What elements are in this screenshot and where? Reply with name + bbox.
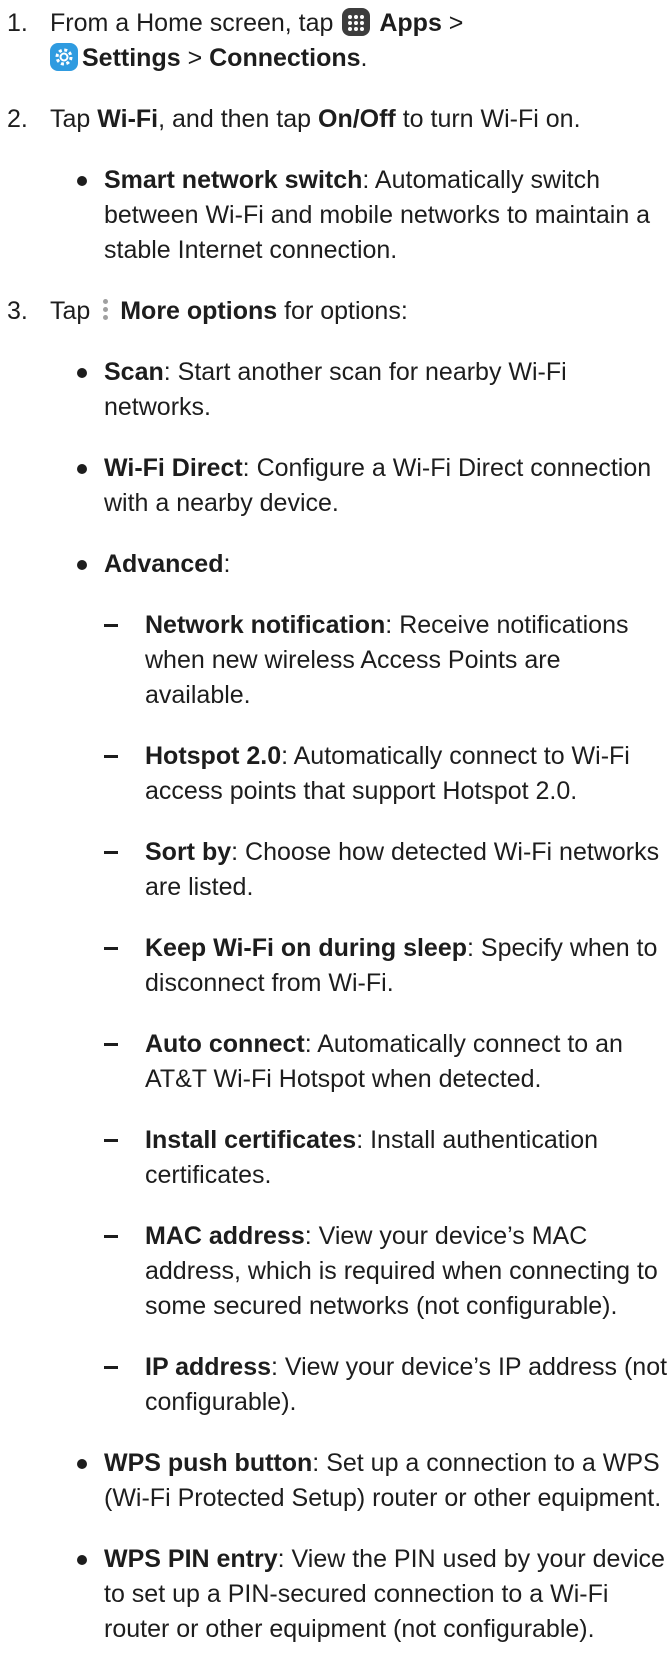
more-options-label: More options (120, 297, 278, 325)
bullet-smart-network-switch: Smart network switch: Automatically swit… (0, 163, 671, 268)
bullet-dot (77, 560, 87, 570)
advanced-options: Network notification: Receive notificati… (0, 608, 671, 1420)
instructions: 1. From a Home screen, tap Apps > Settin… (0, 0, 671, 1647)
dash-marker (104, 1139, 118, 1142)
sub-item-term: Install certificates (145, 1126, 357, 1154)
bullet-term: WPS push button (104, 1449, 313, 1477)
dash-marker (104, 624, 118, 627)
sub-item-install-certificates: Install certificates: Install authentica… (0, 1123, 671, 1193)
sub-item-hotspot-2: Hotspot 2.0: Automatically connect to Wi… (0, 739, 671, 809)
step-text: Tap (50, 105, 98, 133)
settings-label: Settings (82, 44, 181, 72)
apps-grid-icon (342, 8, 371, 36)
step-2: 2. Tap Wi-Fi, and then tap On/Off to tur… (0, 102, 671, 137)
bullet-term: Smart network switch (104, 166, 363, 194)
more-options-icon (101, 297, 109, 323)
sub-item-ip-address: IP address: View your device’s IP addres… (0, 1350, 671, 1420)
step-text: for options: (277, 297, 408, 325)
bullet-wifi-direct: Wi-Fi Direct: Configure a Wi-Fi Direct c… (0, 451, 671, 521)
step-text: to turn Wi-Fi on. (395, 105, 581, 133)
step-1: 1. From a Home screen, tap Apps > Settin… (0, 6, 671, 76)
apps-label: Apps (379, 9, 442, 37)
dash-marker (104, 755, 118, 758)
separator: > (180, 44, 210, 72)
sub-item-auto-connect: Auto connect: Automatically connect to a… (0, 1027, 671, 1097)
bullet-term: Advanced (104, 550, 224, 578)
step-text: From a Home screen, tap (50, 9, 341, 37)
dash-marker (104, 947, 118, 950)
onoff-label: On/Off (318, 105, 396, 133)
step-number: 3. (7, 297, 28, 325)
bullet-dot (77, 1555, 87, 1565)
sub-item-term: Auto connect (145, 1030, 305, 1058)
sub-item-term: Sort by (145, 838, 232, 866)
connections-label: Connections (209, 44, 361, 72)
bullet-dot (77, 1459, 87, 1469)
sub-item-term: IP address (145, 1353, 272, 1381)
sub-item-network-notification: Network notification: Receive notificati… (0, 608, 671, 713)
sub-item-term: Keep Wi-Fi on during sleep (145, 934, 468, 962)
sub-item-keep-wifi-on: Keep Wi-Fi on during sleep: Specify when… (0, 931, 671, 1001)
bullet-scan: Scan: Start another scan for nearby Wi-F… (0, 355, 671, 425)
bullet-dot (77, 368, 87, 378)
step-number: 2. (7, 105, 28, 133)
bullet-term: Scan (104, 358, 164, 386)
separator: > (441, 9, 464, 37)
step-3: 3. Tap More options for options: (0, 294, 671, 329)
sub-item-mac-address: MAC address: View your device’s MAC addr… (0, 1219, 671, 1324)
sub-item-term: MAC address (145, 1222, 305, 1250)
bullet-term: Wi-Fi Direct (104, 454, 243, 482)
wifi-label: Wi-Fi (97, 105, 159, 133)
bullet-term: WPS PIN entry (104, 1545, 278, 1573)
sub-item-term: Hotspot 2.0 (145, 742, 282, 770)
dash-marker (104, 851, 118, 854)
punctuation: . (360, 44, 368, 72)
step-text: Tap (50, 297, 98, 325)
bullet-desc: : (223, 550, 231, 578)
sub-item-sort-by: Sort by: Choose how detected Wi-Fi netwo… (0, 835, 671, 905)
dash-marker (104, 1235, 118, 1238)
dash-marker (104, 1043, 118, 1046)
step-number: 1. (7, 9, 28, 37)
bullet-desc: : Start another scan for nearby Wi-Fi ne… (104, 358, 567, 421)
sub-item-term: Network notification (145, 611, 386, 639)
step-text: , and then tap (158, 105, 318, 133)
bullet-wps-push-button: WPS push button: Set up a connection to … (0, 1446, 671, 1516)
bullet-advanced: Advanced: (0, 547, 671, 582)
bullet-dot (77, 176, 87, 186)
bullet-dot (77, 464, 87, 474)
dash-marker (104, 1366, 118, 1369)
bullet-wps-pin-entry: WPS PIN entry: View the PIN used by your… (0, 1542, 671, 1647)
settings-gear-icon (50, 43, 78, 71)
